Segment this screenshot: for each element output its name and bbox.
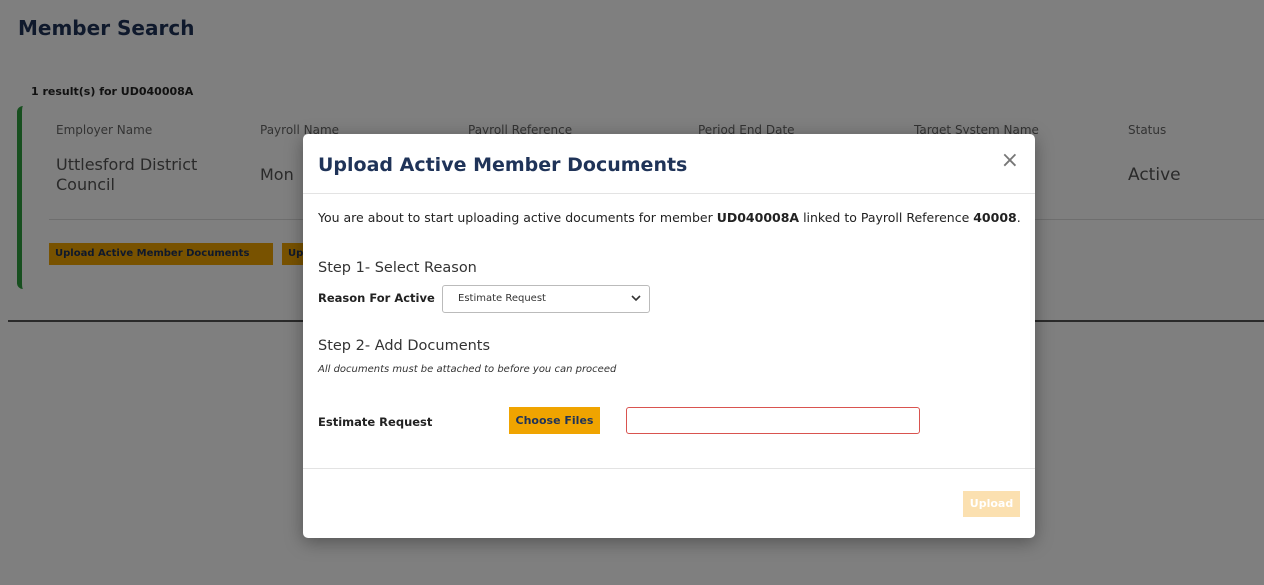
member-id: UD040008A [716, 210, 800, 225]
step2-note: All documents must be attached to before… [318, 364, 617, 375]
modal-header-divider [303, 193, 1035, 194]
file-name-field[interactable] [626, 407, 920, 434]
choose-files-button[interactable]: Choose Files [509, 407, 600, 434]
upload-documents-modal: Upload Active Member Documents × You are… [303, 134, 1035, 538]
estimate-request-label: Estimate Request [318, 415, 433, 429]
intro-text-middle: linked to Payroll Reference [799, 210, 974, 225]
close-icon[interactable]: × [1001, 150, 1019, 172]
step1-title: Step 1- Select Reason [318, 260, 477, 276]
modal-footer-divider [303, 468, 1035, 469]
intro-text-end: . [1016, 210, 1021, 225]
modal-title: Upload Active Member Documents [318, 154, 688, 176]
chevron-down-icon [631, 291, 641, 308]
modal-intro-text: You are about to start uploading active … [318, 210, 1023, 226]
step2-title: Step 2- Add Documents [318, 338, 491, 354]
payroll-reference: 40008 [973, 210, 1017, 225]
reason-for-active-select[interactable]: Estimate Request [442, 285, 650, 313]
reason-select-value: Estimate Request [458, 293, 546, 304]
reason-for-active-label: Reason For Active [318, 291, 435, 305]
upload-button[interactable]: Upload [963, 491, 1020, 517]
intro-text-start: You are about to start uploading active … [318, 210, 717, 225]
